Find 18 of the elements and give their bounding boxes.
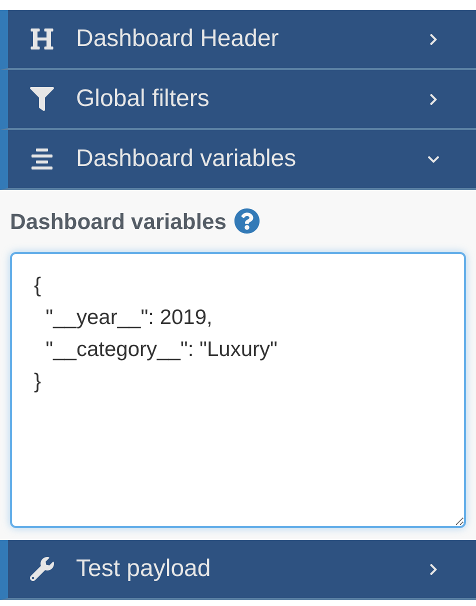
field-label: Dashboard variables xyxy=(10,208,226,236)
section-header[interactable]: Test payload xyxy=(0,540,476,600)
chevron-right-icon xyxy=(427,92,440,106)
wrench-icon xyxy=(30,557,54,581)
section-title: Test payload xyxy=(76,554,212,584)
section-header[interactable]: Dashboard Header xyxy=(0,10,476,70)
section-header[interactable]: Dashboard variables xyxy=(0,130,476,190)
heading-icon xyxy=(30,27,54,51)
chevron-right-icon xyxy=(427,32,440,46)
filter-icon xyxy=(30,87,54,111)
chevron-right-icon xyxy=(427,562,440,576)
section-title: Global filters xyxy=(76,84,210,114)
lines-icon xyxy=(30,147,54,171)
section-title: Dashboard variables xyxy=(76,144,298,174)
section-title: Dashboard Header xyxy=(76,24,280,54)
section-header[interactable]: Global filters xyxy=(0,70,476,130)
variables-editor[interactable]: { "__year__": 2019, "__category__": "Luxury" } xyxy=(10,252,466,528)
help-icon[interactable] xyxy=(234,208,260,234)
